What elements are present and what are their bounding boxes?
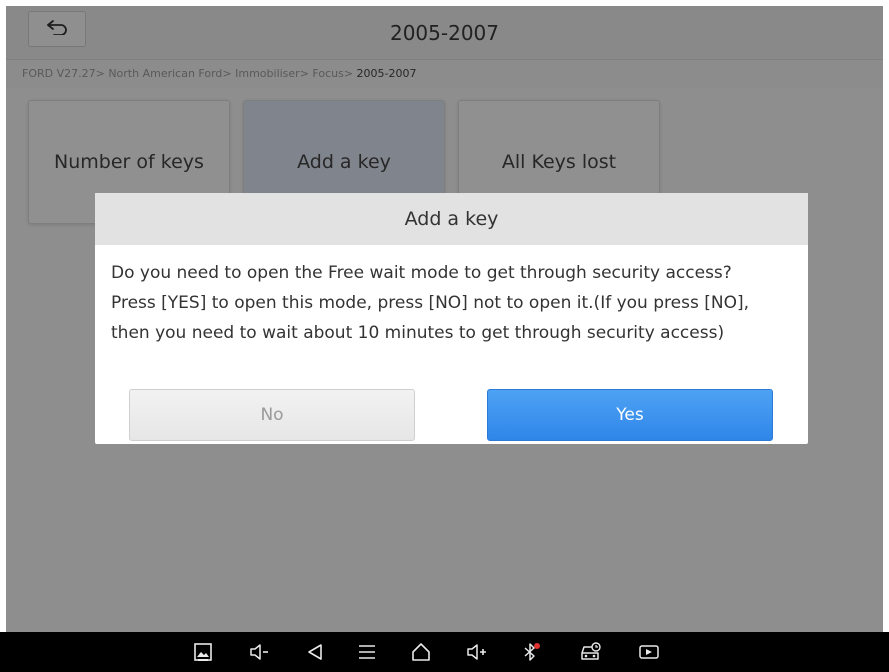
vehicle-diagnostic-icon[interactable] — [576, 632, 606, 672]
bluetooth-icon[interactable] — [516, 632, 546, 672]
screen-record-icon[interactable] — [634, 632, 664, 672]
dialog-message-line: then you need to wait about 10 minutes t… — [111, 323, 725, 343]
no-button[interactable]: No — [129, 389, 415, 441]
add-key-dialog: Add a key Do you need to open the Free w… — [95, 193, 808, 444]
system-nav-bar — [0, 632, 889, 672]
dialog-message: Do you need to open the Free wait mode t… — [95, 245, 808, 348]
app-screen: 2005-2007 FORD V27.27> North American Fo… — [6, 6, 883, 632]
dialog-message-line: Press [YES] to open this mode, press [NO… — [111, 293, 749, 313]
volume-up-icon[interactable] — [462, 632, 492, 672]
dialog-message-line: Do you need to open the Free wait mode t… — [111, 263, 732, 283]
menu-icon[interactable] — [352, 632, 382, 672]
dialog-title: Add a key — [95, 193, 808, 245]
volume-down-icon[interactable] — [244, 632, 274, 672]
back-icon[interactable] — [300, 632, 330, 672]
screenshot-icon[interactable] — [188, 632, 218, 672]
home-icon[interactable] — [406, 632, 436, 672]
yes-button[interactable]: Yes — [487, 389, 773, 441]
